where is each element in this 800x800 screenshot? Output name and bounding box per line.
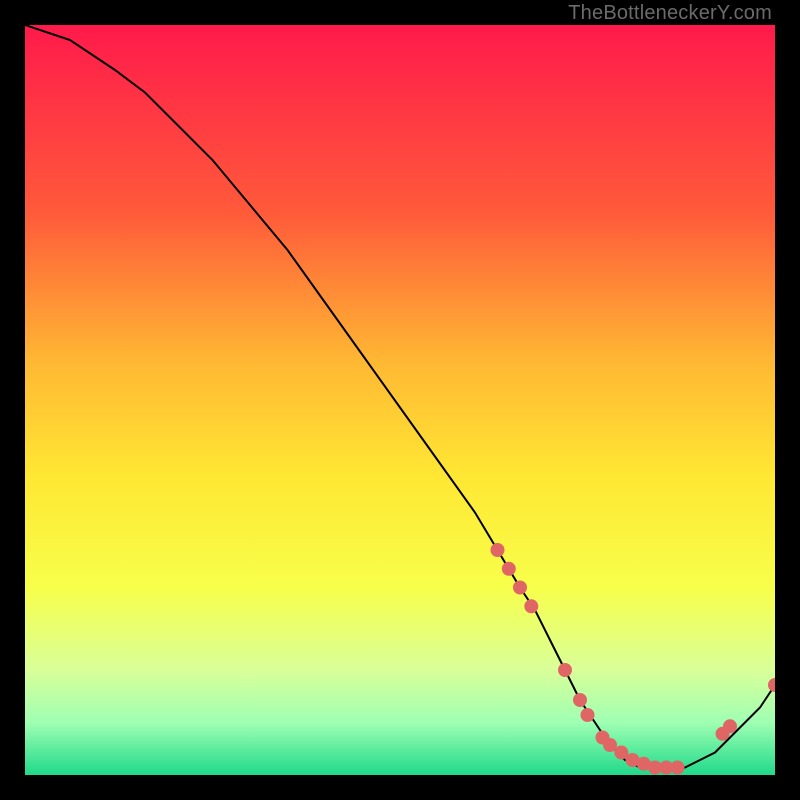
chart-background-gradient [25, 25, 775, 775]
chart-plot-area [25, 25, 775, 775]
curve-marker [671, 761, 685, 775]
curve-marker [491, 543, 505, 557]
curve-marker [513, 581, 527, 595]
curve-marker [524, 599, 538, 613]
watermark-text: TheBottleneckerY.com [568, 2, 772, 25]
curve-marker [581, 708, 595, 722]
chart-svg [25, 25, 775, 775]
curve-marker [558, 663, 572, 677]
curve-marker [723, 719, 737, 733]
curve-marker [502, 562, 516, 576]
curve-marker [573, 693, 587, 707]
